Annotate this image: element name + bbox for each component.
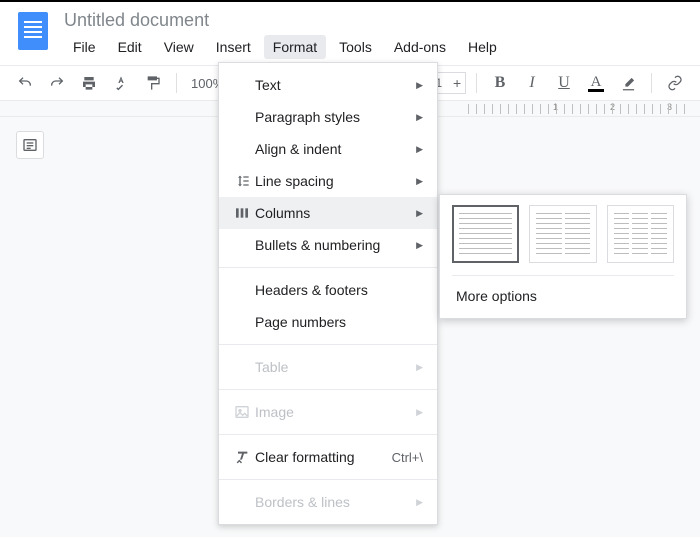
- line-spacing-icon: [229, 173, 255, 189]
- columns-option-2[interactable]: [529, 205, 596, 263]
- columns-submenu: More options: [439, 194, 687, 319]
- highlight-color-button[interactable]: [615, 70, 641, 96]
- chevron-right-icon: ▶: [416, 112, 423, 123]
- menu-add-ons[interactable]: Add-ons: [385, 35, 455, 59]
- spellcheck-button[interactable]: [108, 70, 134, 96]
- undo-button[interactable]: [12, 70, 38, 96]
- chevron-right-icon: ▶: [416, 80, 423, 91]
- format-menu-line-spacing[interactable]: Line spacing▶: [219, 165, 437, 197]
- chevron-right-icon: ▶: [416, 144, 423, 155]
- menu-view[interactable]: View: [155, 35, 203, 59]
- menu-separator: [219, 344, 437, 345]
- print-button[interactable]: [76, 70, 102, 96]
- column-preview-lines: [632, 213, 648, 255]
- document-title[interactable]: Untitled document: [64, 8, 690, 35]
- chevron-right-icon: ▶: [416, 362, 423, 373]
- format-menu-align-indent[interactable]: Align & indent▶: [219, 133, 437, 165]
- menu-item-shortcut: Ctrl+\: [392, 450, 423, 465]
- clear-format-icon: [229, 449, 255, 465]
- menu-item-label: Text: [255, 77, 416, 93]
- menu-item-label: Page numbers: [255, 314, 423, 330]
- toolbar-separator: [476, 73, 477, 93]
- format-menu-text[interactable]: Text▶: [219, 69, 437, 101]
- column-preview-lines: [536, 213, 561, 255]
- menu-format[interactable]: Format: [264, 35, 326, 59]
- menu-separator: [219, 479, 437, 480]
- menu-separator: [219, 389, 437, 390]
- redo-button[interactable]: [44, 70, 70, 96]
- image-icon: [229, 404, 255, 420]
- insert-link-button[interactable]: [662, 70, 688, 96]
- paint-format-button[interactable]: [140, 70, 166, 96]
- bold-button[interactable]: B: [487, 70, 513, 96]
- ruler-number: 1: [553, 102, 558, 112]
- column-preview-lines: [565, 213, 590, 255]
- format-menu-bullets-numbering[interactable]: Bullets & numbering▶: [219, 229, 437, 261]
- ruler-number: 2: [610, 102, 615, 112]
- toolbar-separator: [651, 73, 652, 93]
- document-outline-button[interactable]: [16, 131, 44, 159]
- column-preview-lines: [651, 213, 667, 255]
- menu-separator: [219, 267, 437, 268]
- menubar: FileEditViewInsertFormatToolsAdd-onsHelp: [64, 35, 690, 65]
- format-menu-page-numbers[interactable]: Page numbers: [219, 306, 437, 338]
- italic-button[interactable]: I: [519, 70, 545, 96]
- menu-insert[interactable]: Insert: [207, 35, 260, 59]
- chevron-right-icon: ▶: [416, 407, 423, 418]
- menu-item-label: Paragraph styles: [255, 109, 416, 125]
- menu-item-label: Table: [255, 359, 416, 375]
- ruler-number: 3: [667, 102, 672, 112]
- format-menu-table: Table▶: [219, 351, 437, 383]
- menu-separator: [219, 434, 437, 435]
- format-menu-headers-footers[interactable]: Headers & footers: [219, 274, 437, 306]
- column-preview-lines: [459, 213, 512, 255]
- menu-item-label: Clear formatting: [255, 449, 392, 465]
- menu-item-label: Align & indent: [255, 141, 416, 157]
- format-menu-dropdown: Text▶Paragraph styles▶Align & indent▶Lin…: [218, 62, 438, 525]
- underline-button[interactable]: U: [551, 70, 577, 96]
- title-area: Untitled document FileEditViewInsertForm…: [64, 8, 690, 65]
- format-menu-columns[interactable]: Columns▶: [219, 197, 437, 229]
- menu-item-label: Bullets & numbering: [255, 237, 416, 253]
- docs-logo-icon[interactable]: [18, 12, 48, 50]
- format-menu-image: Image▶: [219, 396, 437, 428]
- text-color-button[interactable]: A: [583, 70, 609, 96]
- chevron-right-icon: ▶: [416, 497, 423, 508]
- header: Untitled document FileEditViewInsertForm…: [0, 2, 700, 65]
- menu-tools[interactable]: Tools: [330, 35, 381, 59]
- columns-option-3[interactable]: [607, 205, 674, 263]
- menu-item-label: Image: [255, 404, 416, 420]
- columns-option-1[interactable]: [452, 205, 519, 263]
- toolbar-separator: [176, 73, 177, 93]
- menu-help[interactable]: Help: [459, 35, 506, 59]
- menu-item-label: Columns: [255, 205, 416, 221]
- format-menu-borders-lines: Borders & lines▶: [219, 486, 437, 518]
- menu-edit[interactable]: Edit: [109, 35, 151, 59]
- chevron-right-icon: ▶: [416, 176, 423, 187]
- menu-item-label: Headers & footers: [255, 282, 423, 298]
- format-menu-paragraph-styles[interactable]: Paragraph styles▶: [219, 101, 437, 133]
- font-size-increase[interactable]: +: [447, 72, 465, 94]
- menu-file[interactable]: File: [64, 35, 105, 59]
- chevron-right-icon: ▶: [416, 240, 423, 251]
- columns-more-options[interactable]: More options: [448, 276, 678, 308]
- columns-icon: [229, 205, 255, 221]
- menu-item-label: Line spacing: [255, 173, 416, 189]
- column-preview-lines: [614, 213, 630, 255]
- chevron-right-icon: ▶: [416, 208, 423, 219]
- menu-item-label: Borders & lines: [255, 494, 416, 510]
- format-menu-clear-formatting[interactable]: Clear formattingCtrl+\: [219, 441, 437, 473]
